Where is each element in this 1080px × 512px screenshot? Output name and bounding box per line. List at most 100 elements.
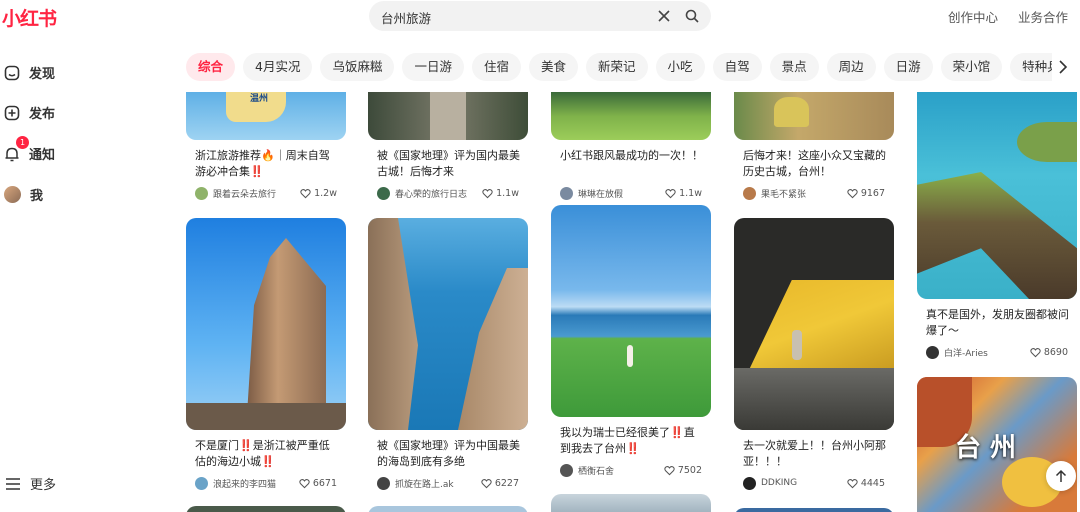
note-card[interactable]: 小红书跟风最成功的一次！！ 琳琳在放假 1.1w: [551, 92, 711, 200]
note-cover[interactable]: [551, 205, 711, 417]
tab-2[interactable]: 乌饭麻糍: [320, 53, 395, 81]
note-cover[interactable]: [551, 494, 711, 512]
note-title[interactable]: 被《国家地理》评为中国最美的海岛到底有多绝: [377, 438, 520, 470]
heart-icon[interactable]: [665, 188, 676, 199]
note-card[interactable]: 被《国家地理》评为国内最美古城！后悔才来 春心荣的旅行日志 1.1w: [368, 92, 528, 200]
search-bar[interactable]: 台州旅游: [369, 1, 711, 31]
tab-10[interactable]: 周边: [826, 53, 876, 81]
author-name[interactable]: 春心荣的旅行日志: [395, 187, 482, 200]
note-card[interactable]: [734, 508, 894, 512]
tab-13[interactable]: 特种兵: [1010, 53, 1052, 81]
author-avatar[interactable]: [195, 476, 208, 490]
note-cover[interactable]: 台 州: [917, 377, 1077, 512]
note-card[interactable]: 不是厦门‼️是浙江被严重低估的海边小城‼️ 浪起来的李四猫 6671: [186, 218, 346, 490]
note-card[interactable]: 台 州: [917, 377, 1077, 512]
note-card[interactable]: 真不是国外，发朋友圈都被问爆了～ 白洋-Aries 8690: [917, 92, 1077, 359]
note-cover[interactable]: [186, 506, 346, 512]
avatar: [4, 186, 21, 203]
heart-icon[interactable]: [1030, 347, 1041, 358]
chevron-right-icon[interactable]: [1056, 59, 1070, 75]
note-cover[interactable]: [734, 508, 894, 512]
author-avatar[interactable]: [377, 476, 390, 490]
author-avatar[interactable]: [743, 186, 756, 200]
note-card[interactable]: 去一次就爱上！！台州小阿那亚！！！ DDKING 4445: [734, 218, 894, 490]
author-avatar[interactable]: [560, 186, 573, 200]
back-to-top-button[interactable]: [1046, 461, 1076, 491]
tab-12[interactable]: 荣小馆: [940, 53, 1003, 81]
cover-text: 台 州: [955, 433, 1017, 463]
note-cover[interactable]: [368, 218, 528, 430]
note-title[interactable]: 后悔才来！这座小众又宝藏的历史古城，台州！: [743, 148, 886, 180]
note-cover[interactable]: [734, 218, 894, 430]
tab-0[interactable]: 综合: [186, 53, 236, 81]
note-card[interactable]: 我以为瑞士已经很美了‼️直到我去了台州‼️ 栖衡石舍 7502: [551, 205, 711, 477]
note-cover[interactable]: [368, 92, 528, 140]
author-avatar[interactable]: [743, 476, 756, 490]
tab-1[interactable]: 4月实况: [243, 53, 313, 81]
tab-11[interactable]: 日游: [883, 53, 933, 81]
sidebar-item-me[interactable]: 我: [4, 185, 43, 204]
heart-icon[interactable]: [664, 465, 675, 476]
author-name[interactable]: 抓旋在路上.ak: [395, 477, 481, 490]
sidebar-item-discover[interactable]: 发现: [4, 63, 55, 82]
author-avatar[interactable]: [195, 186, 208, 200]
note-cover[interactable]: [734, 92, 894, 140]
note-title[interactable]: 被《国家地理》评为国内最美古城！后悔才来: [377, 148, 520, 180]
search-icon[interactable]: [685, 9, 699, 23]
tab-7[interactable]: 小吃: [655, 53, 705, 81]
author-avatar[interactable]: [926, 345, 939, 359]
note-cover[interactable]: [368, 506, 528, 512]
heart-icon[interactable]: [300, 188, 311, 199]
business-link[interactable]: 业务合作: [1018, 7, 1068, 26]
author-name[interactable]: 白洋-Aries: [944, 346, 1030, 359]
arrow-up-icon: [1055, 469, 1067, 482]
note-meta: 春心荣的旅行日志 1.1w: [377, 186, 519, 200]
note-meta: 果毛不紧张 9167: [743, 186, 885, 200]
heart-icon[interactable]: [481, 478, 492, 489]
note-card[interactable]: 被《国家地理》评为中国最美的海岛到底有多绝 抓旋在路上.ak 6227: [368, 218, 528, 490]
note-meta: 琳琳在放假 1.1w: [560, 186, 702, 200]
note-card[interactable]: [186, 506, 346, 512]
note-card[interactable]: [368, 506, 528, 512]
author-name[interactable]: 浪起来的李四猫: [213, 477, 299, 490]
clear-icon[interactable]: [657, 9, 671, 23]
tab-6[interactable]: 新荣记: [586, 53, 648, 81]
sidebar-item-notify[interactable]: 1 通知: [4, 136, 55, 163]
note-title[interactable]: 真不是国外，发朋友圈都被问爆了～: [926, 307, 1069, 339]
heart-icon[interactable]: [847, 188, 858, 199]
more-menu[interactable]: 更多: [6, 474, 56, 493]
tab-4[interactable]: 住宿: [472, 53, 522, 81]
heart-icon[interactable]: [847, 478, 858, 489]
note-cover[interactable]: 温州: [186, 92, 346, 140]
author-name[interactable]: 琳琳在放假: [578, 187, 665, 200]
note-card[interactable]: 温州 浙江旅游推荐🔥｜周末自驾游必冲合集‼️ 跟着云朵去旅行 1.2w: [186, 92, 346, 200]
heart-icon[interactable]: [299, 478, 310, 489]
author-avatar[interactable]: [377, 186, 390, 200]
note-title[interactable]: 去一次就爱上！！台州小阿那亚！！！: [743, 438, 886, 470]
author-avatar[interactable]: [560, 463, 573, 477]
tab-8[interactable]: 自驾: [712, 53, 762, 81]
like-count: 8690: [1043, 346, 1068, 358]
note-cover[interactable]: [917, 92, 1077, 299]
note-cover[interactable]: [551, 92, 711, 140]
note-title[interactable]: 小红书跟风最成功的一次！！: [560, 148, 703, 180]
heart-icon[interactable]: [482, 188, 493, 199]
tab-3[interactable]: 一日游: [402, 53, 464, 81]
author-name[interactable]: 栖衡石舍: [578, 464, 664, 477]
note-title[interactable]: 我以为瑞士已经很美了‼️直到我去了台州‼️: [560, 425, 703, 457]
author-name[interactable]: 果毛不紧张: [761, 187, 847, 200]
search-input[interactable]: 台州旅游: [381, 8, 431, 27]
author-name[interactable]: DDKING: [761, 478, 847, 488]
sidebar-item-publish[interactable]: 发布: [4, 103, 55, 122]
note-card[interactable]: [551, 494, 711, 512]
note-title[interactable]: 浙江旅游推荐🔥｜周末自驾游必冲合集‼️: [195, 148, 338, 180]
tab-5[interactable]: 美食: [529, 53, 579, 81]
logo[interactable]: 小红书: [2, 4, 57, 31]
note-title[interactable]: 不是厦门‼️是浙江被严重低估的海边小城‼️: [195, 438, 338, 470]
author-name[interactable]: 跟着云朵去旅行: [213, 187, 300, 200]
tab-9[interactable]: 景点: [769, 53, 819, 81]
sidebar-item-label: 我: [30, 189, 44, 204]
creator-center-link[interactable]: 创作中心: [948, 7, 998, 26]
note-cover[interactable]: [186, 218, 346, 430]
note-card[interactable]: 后悔才来！这座小众又宝藏的历史古城，台州！ 果毛不紧张 9167: [734, 92, 894, 200]
